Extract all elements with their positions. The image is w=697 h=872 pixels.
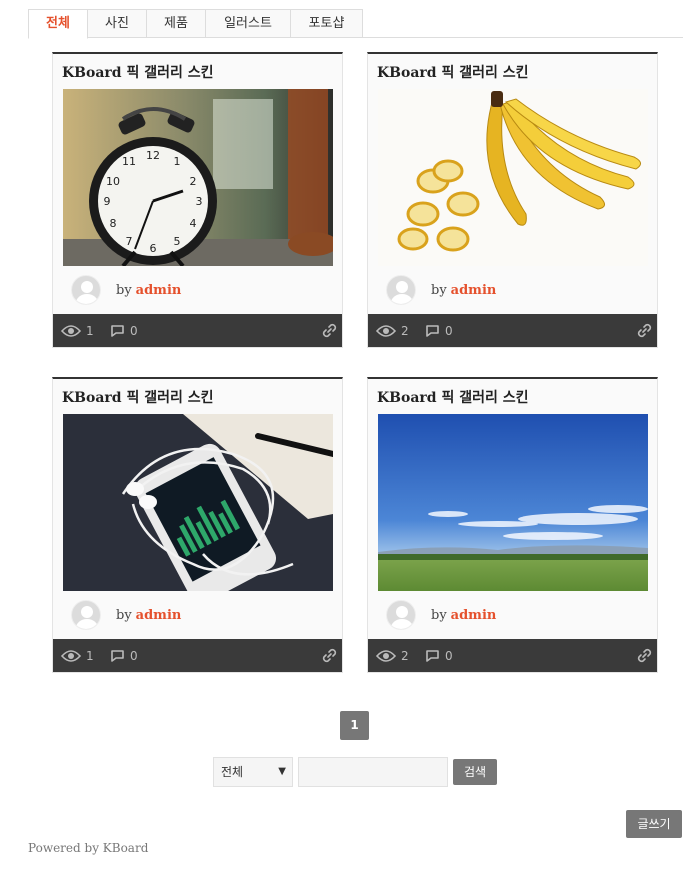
gallery-card[interactable]: KBoard 픽 갤러리 스킨 by admin 2 0 [367,377,658,673]
svg-text:2: 2 [190,175,197,188]
link-icon[interactable] [636,322,653,339]
avatar [386,600,416,630]
write-button[interactable]: 글쓰기 [626,810,682,838]
svg-text:11: 11 [122,155,136,168]
svg-text:10: 10 [106,175,120,188]
view-count: 1 [61,639,94,672]
avatar [71,275,101,305]
tab-photoshop[interactable]: 포토샵 [291,9,363,38]
by-label: by admin [116,607,182,623]
card-footer: 2 0 [368,639,657,672]
eye-icon [376,649,396,662]
svg-text:7: 7 [126,235,133,248]
svg-text:12: 12 [146,149,160,162]
alarm-clock-image[interactable]: 12 1 2 3 45 6 78 9 10 11 [63,89,333,266]
card-title[interactable]: KBoard 픽 갤러리 스킨 [377,387,528,407]
by-label: by admin [116,282,182,298]
by-label: by admin [431,607,497,623]
gallery-card[interactable]: KBoard 픽 갤러리 스킨 12 1 2 345 678 9 10 11 b… [52,52,343,348]
sky-field-image[interactable] [378,414,648,591]
svg-text:8: 8 [110,217,117,230]
eye-icon [61,649,81,662]
comment-icon [111,324,124,337]
link-icon[interactable] [636,647,653,664]
link-icon[interactable] [321,322,338,339]
eye-icon [376,324,396,337]
gallery-card[interactable]: KBoard 픽 갤러리 스킨 by admin 2 0 [367,52,658,348]
view-count: 2 [376,639,409,672]
svg-text:3: 3 [196,195,203,208]
svg-text:5: 5 [174,235,181,248]
smartphone-earphones-image[interactable] [63,414,333,591]
card-footer: 1 0 [53,314,342,347]
author-info: by admin [71,274,181,306]
by-label: by admin [431,282,497,298]
comment-count: 0 [425,314,453,347]
author-link[interactable]: admin [136,283,182,298]
svg-text:6: 6 [150,242,157,255]
tab-illustration[interactable]: 일러스트 [206,9,291,38]
search-category-select[interactable]: 전체 ▼ [213,757,293,787]
page-1-button[interactable]: 1 [340,711,369,740]
author-link[interactable]: admin [136,608,182,623]
avatar [386,275,416,305]
search-input[interactable] [298,757,448,787]
card-footer: 2 0 [368,314,657,347]
svg-text:4: 4 [190,217,197,230]
comment-count: 0 [110,639,138,672]
comment-icon [111,649,124,662]
dropdown-arrow-icon: ▼ [278,766,286,777]
card-title[interactable]: KBoard 픽 갤러리 스킨 [377,62,528,82]
comment-count: 0 [110,314,138,347]
svg-text:9: 9 [104,195,111,208]
card-footer: 1 0 [53,639,342,672]
link-icon[interactable] [321,647,338,664]
card-title[interactable]: KBoard 픽 갤러리 스킨 [62,387,213,407]
view-count: 1 [61,314,94,347]
bananas-image[interactable] [378,89,648,266]
author-info: by admin [71,599,181,631]
powered-by-link[interactable]: Powered by KBoard [28,841,148,855]
comment-count: 0 [425,639,453,672]
tab-product[interactable]: 제품 [147,9,206,38]
avatar [71,600,101,630]
select-value: 전체 [221,765,244,779]
author-info: by admin [386,599,496,631]
search-button[interactable]: 검색 [453,759,497,785]
comment-icon [426,649,439,662]
author-info: by admin [386,274,496,306]
tab-photo[interactable]: 사진 [88,9,147,38]
svg-text:1: 1 [174,155,181,168]
author-link[interactable]: admin [451,608,497,623]
category-tabs: 전체 사진 제품 일러스트 포토샵 [28,9,683,39]
view-count: 2 [376,314,409,347]
card-title[interactable]: KBoard 픽 갤러리 스킨 [62,62,213,82]
gallery-card[interactable]: KBoard 픽 갤러리 스킨 by admin 1 0 [52,377,343,673]
comment-icon [426,324,439,337]
author-link[interactable]: admin [451,283,497,298]
tab-all[interactable]: 전체 [28,9,88,39]
eye-icon [61,324,81,337]
